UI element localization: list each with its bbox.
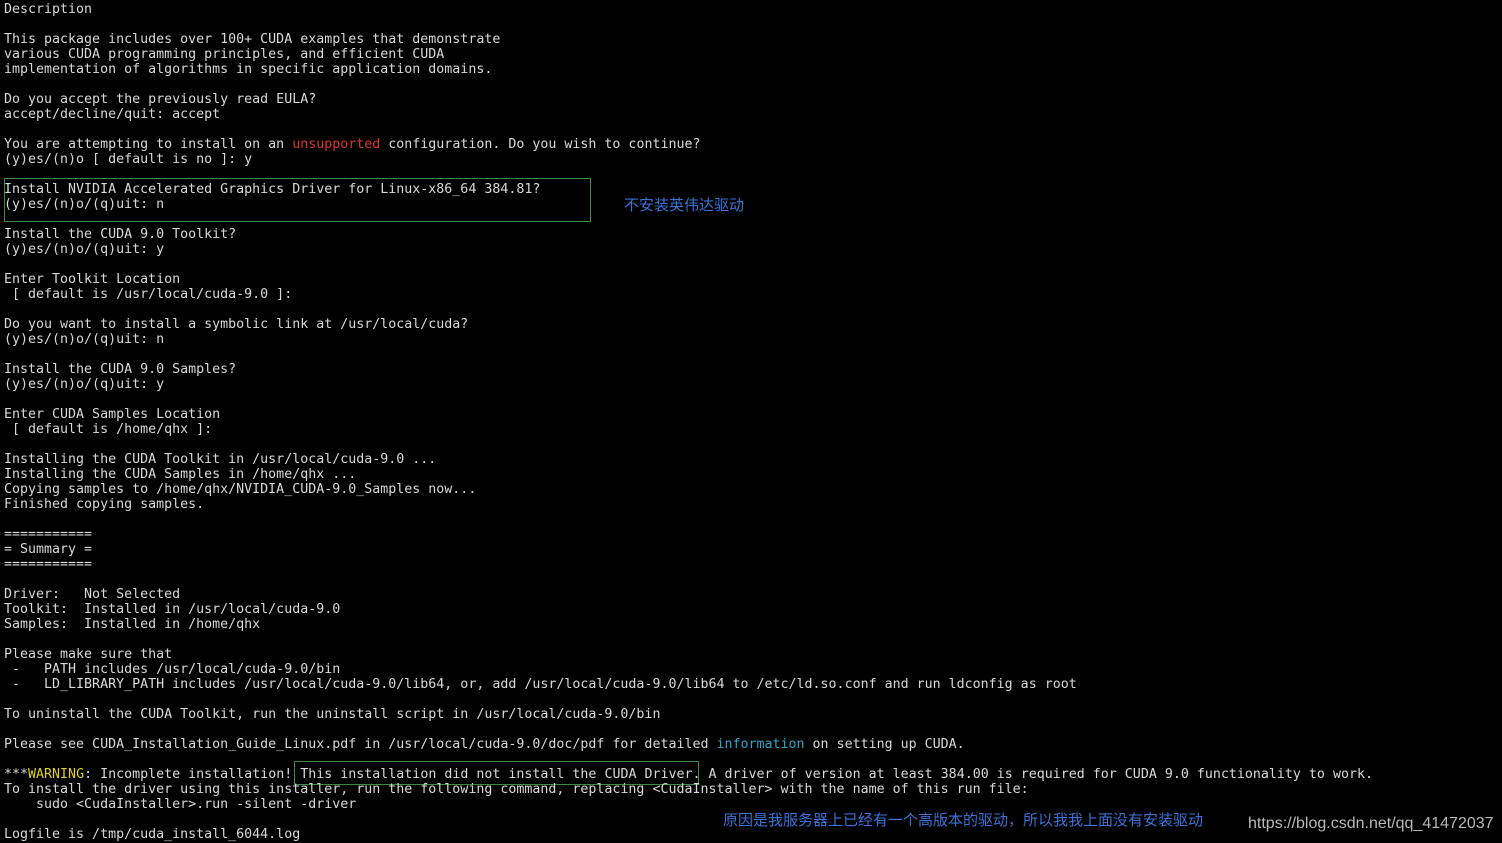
warning-label: WARNING [28,767,85,782]
toolkit-location-prompt: Enter Toolkit Location [4,272,181,287]
toolkit-location-default: [ default is /usr/local/cuda-9.0 ]: [4,287,293,302]
see-guide-line: Please see CUDA_Installation_Guide_Linux… [4,737,965,752]
path-item: - PATH includes /usr/local/cuda-9.0/bin [4,662,341,677]
terminal-window[interactable]: Description This package includes over 1… [0,0,1502,843]
finished-copying-line: Finished copying samples. [4,497,205,512]
summary-title: = Summary = [4,542,93,557]
warning-stars: *** [4,767,29,782]
package-text-line: various CUDA programming principles, and… [4,47,445,62]
reason-annotation: 原因是我服务器上已经有一个高版本的驱动，所以我我上面没有安装驱动 [723,811,1204,829]
description-header: Description [4,2,93,17]
no-driver-annotation: 不安装英伟达驱动 [624,196,745,214]
make-sure-line: Please make sure that [4,647,173,662]
uninstall-line: To uninstall the CUDA Toolkit, run the u… [4,707,661,722]
warning-text: : Incomplete installation! [84,767,301,782]
package-text-line: This package includes over 100+ CUDA exa… [4,32,501,47]
warning-boxed-text: This installation did not install the CU… [300,767,701,782]
summary-toolkit: Toolkit: Installed in /usr/local/cuda-9.… [4,602,341,617]
install-driver-line: To install the driver using this install… [4,782,1029,797]
warning-rest: A driver of version at least 384.00 is r… [700,767,1373,782]
eula-answer: accept/decline/quit: accept [4,107,221,122]
ld-library-path-item: - LD_LIBRARY_PATH includes /usr/local/cu… [4,677,1077,692]
driver-question: Install NVIDIA Accelerated Graphics Driv… [4,182,541,197]
samples-location-prompt: Enter CUDA Samples Location [4,407,221,422]
config-prefix: You are attempting to install on an [4,137,293,152]
summary-rule-bottom: =========== [4,557,93,572]
information-keyword: information [716,737,805,752]
package-text-line: implementation of algorithms in specific… [4,62,493,77]
summary-samples: Samples: Installed in /home/qhx [4,617,261,632]
symlink-question: Do you want to install a symbolic link a… [4,317,469,332]
samples-question: Install the CUDA 9.0 Samples? [4,362,237,377]
eula-question: Do you accept the previously read EULA? [4,92,317,107]
blog-watermark: https://blog.csdn.net/qq_41472037 [1248,815,1494,832]
toolkit-answer: (y)es/(n)o/(q)uit: y [4,242,165,257]
logfile-line: Logfile is /tmp/cuda_install_6044.log [4,827,301,842]
toolkit-question: Install the CUDA 9.0 Toolkit? [4,227,237,242]
samples-answer: (y)es/(n)o/(q)uit: y [4,377,165,392]
symlink-answer: (y)es/(n)o/(q)uit: n [4,332,165,347]
driver-answer: (y)es/(n)o/(q)uit: n [4,197,165,212]
summary-rule-top: =========== [4,527,93,542]
unsupported-keyword: unsupported [292,137,381,152]
warning-line: ***WARNING: Incomplete installation! Thi… [4,767,1373,782]
summary-driver: Driver: Not Selected [4,587,181,602]
see-guide-prefix: Please see CUDA_Installation_Guide_Linux… [4,737,717,752]
config-answer: (y)es/(n)o [ default is no ]: y [4,152,253,167]
see-guide-suffix: on setting up CUDA. [804,737,965,752]
copying-samples-line: Copying samples to /home/qhx/NVIDIA_CUDA… [4,482,477,497]
config-suffix: configuration. Do you wish to continue? [380,137,701,152]
config-warning-line: You are attempting to install on an unsu… [4,137,700,152]
installing-toolkit-line: Installing the CUDA Toolkit in /usr/loca… [4,452,437,467]
samples-location-default: [ default is /home/qhx ]: [4,422,213,437]
sudo-command-line: sudo <CudaInstaller>.run -silent -driver [4,797,357,812]
installing-samples-line: Installing the CUDA Samples in /home/qhx… [4,467,357,482]
